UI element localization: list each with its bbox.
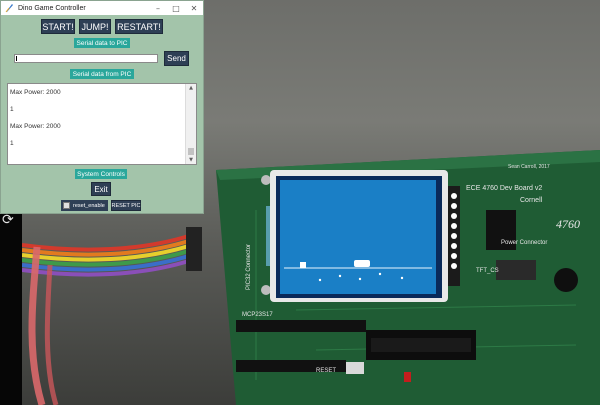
feather-app-icon	[5, 4, 13, 13]
scroll-thumb[interactable]	[188, 148, 194, 155]
output-scrollbar[interactable]: ▲ ▼	[185, 84, 196, 164]
scroll-down-arrow-icon[interactable]: ▼	[186, 156, 196, 164]
send-button[interactable]: Send	[164, 51, 189, 66]
close-button[interactable]: ✕	[185, 1, 203, 15]
exit-button[interactable]: Exit	[91, 182, 111, 196]
output-line: Max Power: 2000	[10, 89, 61, 96]
scroll-up-arrow-icon[interactable]: ▲	[186, 84, 196, 92]
maximize-button[interactable]: □	[167, 1, 185, 15]
text-caret	[16, 56, 17, 61]
tft-label: TFT_CS	[476, 268, 499, 274]
reset-enable-label: reset_enable	[73, 202, 105, 209]
reset-label: RESET	[316, 368, 336, 374]
minimize-button[interactable]: –	[149, 1, 167, 15]
reset-pic-button[interactable]: RESET PIC	[111, 200, 141, 211]
board-subtitle: Cornell	[520, 197, 543, 204]
output-line: Max Power: 2000	[10, 123, 61, 130]
serial-output-text: Max Power: 2000 1 Max Power: 2000 1	[10, 89, 186, 157]
start-button[interactable]: START!	[41, 19, 75, 34]
reset-enable-checkbox[interactable]: reset_enable	[61, 200, 108, 211]
serial-input[interactable]	[14, 54, 158, 63]
system-controls-label: System Controls	[75, 169, 127, 179]
serial-to-pic-label: Serial data to PIC	[74, 38, 130, 48]
output-line: 1	[10, 140, 14, 147]
mcp-label: MCP23S17	[242, 312, 273, 318]
checkbox-box[interactable]	[63, 202, 70, 209]
ribbon-cable	[22, 227, 202, 405]
serial-output-box[interactable]: Max Power: 2000 1 Max Power: 2000 1 ▲ ▼	[7, 83, 197, 165]
board-title: ECE 4760 Dev Board v2	[466, 185, 542, 192]
window-title: Dino Game Controller	[18, 4, 86, 12]
restart-button[interactable]: RESTART!	[115, 19, 163, 34]
board-signature: Sean Carroll, 2017	[508, 164, 550, 170]
title-bar[interactable]: Dino Game Controller – □ ✕	[1, 1, 203, 15]
jump-button[interactable]: JUMP!	[79, 19, 111, 34]
output-line: 1	[10, 106, 14, 113]
app-window: Dino Game Controller – □ ✕ START! JUMP! …	[0, 0, 204, 214]
pic-connector-label: PIC32 Connector	[246, 244, 252, 290]
rotate-icon[interactable]: ⟳	[2, 212, 18, 228]
serial-from-pic-label: Serial data from PIC	[70, 69, 134, 79]
tft-display	[266, 170, 460, 302]
board-sticker: 4760	[556, 217, 580, 231]
power-connector-label: Power Connector	[501, 240, 547, 246]
